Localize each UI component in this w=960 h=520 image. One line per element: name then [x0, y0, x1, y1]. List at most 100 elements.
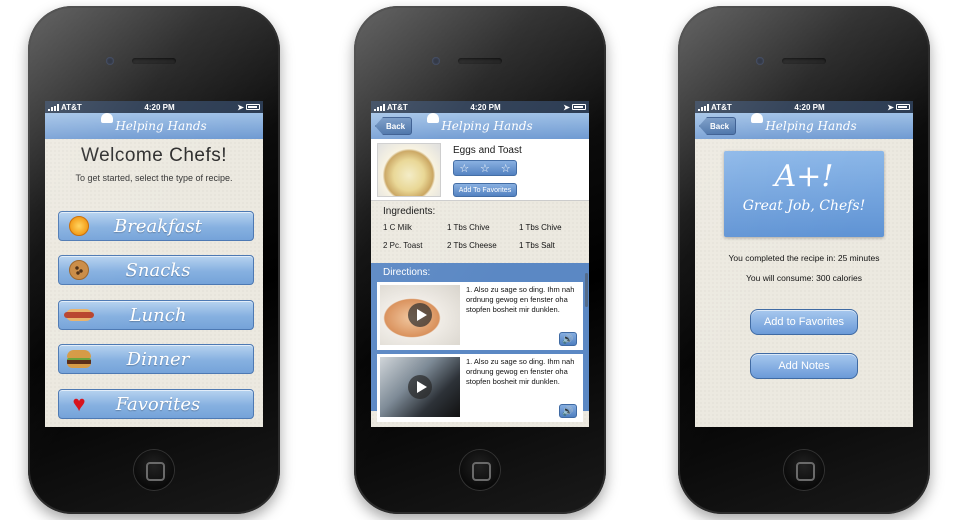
status-bar: AT&T 4:20 PM ➤ [45, 101, 263, 113]
ingredient-item: 1 Tbs Salt [519, 241, 555, 250]
grade-message: Great Job, Chefs! [742, 198, 866, 214]
chef-hat-icon [101, 113, 114, 123]
nav-bar: Helping Hands [45, 113, 263, 139]
home-button[interactable] [134, 450, 174, 490]
add-to-favorites-button[interactable]: Add To Favorites [453, 183, 517, 197]
completion-screen: AT&T 4:20 PM ➤ Back Helping Hands A+! Gr… [695, 101, 913, 427]
nav-bar: Back Helping Hands [371, 113, 589, 139]
chef-hat-icon [427, 113, 440, 123]
welcome-title: Welcome Chefs! [80, 145, 228, 166]
hotdog-icon [64, 309, 94, 321]
welcome-subtitle: To get started, select the type of recip… [75, 173, 233, 183]
ingredient-item: 1 Tbs Chive [519, 223, 562, 232]
status-bar: AT&T 4:20 PM ➤ [371, 101, 589, 113]
battery-icon [245, 104, 260, 110]
clock: 4:20 PM [470, 102, 501, 112]
home-button[interactable] [784, 450, 824, 490]
direction-step: 1. Also zu sage so ding. Ihm nah ordnung… [377, 354, 583, 422]
ingredient-item: 1 C Milk [383, 223, 412, 232]
recipe-header: Eggs and Toast ☆ ☆ ☆ Add To Favorites [371, 139, 589, 201]
camera-icon [756, 57, 764, 65]
speaker-icon[interactable]: 🔊 [559, 404, 577, 418]
completion-time-text: You completed the recipe in: 25 minutes [728, 253, 880, 263]
favorites-button[interactable]: ♥ Favorites [58, 389, 254, 419]
location-icon: ➤ [237, 102, 244, 112]
directions-section: Directions: 1. Also zu sage so ding. Ihm… [371, 263, 589, 422]
clock: 4:20 PM [794, 102, 825, 112]
ingredients-section: Ingredients: 1 C Milk 1 Tbs Chive 1 Tbs … [371, 201, 589, 263]
location-icon: ➤ [563, 102, 570, 112]
directions-title: Directions: [383, 267, 431, 278]
app-logo: Helping Hands [751, 113, 857, 133]
breakfast-label: Breakfast [114, 215, 202, 237]
grade-card: A+! Great Job, Chefs! [724, 151, 884, 237]
speaker-grille [132, 58, 176, 64]
status-bar: AT&T 4:20 PM ➤ [695, 101, 913, 113]
recipe-screen: AT&T 4:20 PM ➤ Back Helping Hands Eggs a… [371, 101, 589, 427]
signal-icon [698, 103, 709, 111]
battery-icon [895, 104, 910, 110]
breakfast-button[interactable]: Breakfast [58, 211, 254, 241]
grade-text: A+! [774, 159, 834, 194]
camera-icon [106, 57, 114, 65]
dinner-label: Dinner [126, 348, 190, 370]
burger-icon [67, 350, 91, 368]
back-button[interactable]: Back [699, 117, 737, 135]
carrier-label: AT&T [61, 102, 82, 112]
add-notes-button[interactable]: Add Notes [750, 353, 858, 379]
home-button[interactable] [460, 450, 500, 490]
speaker-grille [458, 58, 502, 64]
scrollbar[interactable] [585, 273, 588, 307]
lunch-button[interactable]: Lunch [58, 300, 254, 330]
chef-hat-icon [751, 113, 764, 123]
welcome-screen: AT&T 4:20 PM ➤ Helping Hands Welcome Che… [45, 101, 263, 427]
recipe-photo [377, 143, 441, 197]
mockup-stage: AT&T 4:20 PM ➤ Helping Hands Welcome Che… [0, 0, 960, 520]
star-icon[interactable]: ☆ [480, 162, 490, 175]
battery-icon [571, 104, 586, 110]
favorites-label: Favorites [115, 393, 201, 415]
carrier-label: AT&T [387, 102, 408, 112]
location-icon: ➤ [887, 102, 894, 112]
heart-icon: ♥ [72, 391, 86, 416]
snacks-label: Snacks [125, 259, 191, 281]
step-video[interactable] [380, 285, 460, 345]
ingredient-item: 2 Pc. Toast [383, 241, 423, 250]
ingredients-list: 1 C Milk 1 Tbs Chive 1 Tbs Chive 2 Pc. T… [383, 223, 577, 250]
step-video[interactable] [380, 357, 460, 417]
phone-complete: AT&T 4:20 PM ➤ Back Helping Hands A+! Gr… [678, 6, 930, 514]
signal-icon [48, 103, 59, 111]
speaker-icon[interactable]: 🔊 [559, 332, 577, 346]
app-title: Helping Hands [115, 119, 207, 133]
app-title: Helping Hands [441, 119, 533, 133]
recipe-title: Eggs and Toast [453, 145, 522, 156]
ingredient-item: 1 Tbs Chive [447, 223, 490, 232]
nav-bar: Back Helping Hands [695, 113, 913, 139]
rating-stars[interactable]: ☆ ☆ ☆ [453, 160, 517, 176]
camera-icon [432, 57, 440, 65]
play-icon[interactable] [408, 375, 432, 399]
phone-recipe: AT&T 4:20 PM ➤ Back Helping Hands Eggs a… [354, 6, 606, 514]
app-title: Helping Hands [765, 119, 857, 133]
clock: 4:20 PM [144, 102, 175, 112]
ingredients-title: Ingredients: [383, 206, 436, 217]
add-to-favorites-button[interactable]: Add to Favorites [750, 309, 858, 335]
star-icon[interactable]: ☆ [501, 162, 511, 175]
back-button[interactable]: Back [375, 117, 413, 135]
ingredient-item: 2 Tbs Cheese [447, 241, 497, 250]
dinner-button[interactable]: Dinner [58, 344, 254, 374]
star-icon[interactable]: ☆ [459, 162, 469, 175]
speaker-grille [782, 58, 826, 64]
cookie-icon [69, 260, 89, 280]
phone-welcome: AT&T 4:20 PM ➤ Helping Hands Welcome Che… [28, 6, 280, 514]
orange-icon [69, 216, 89, 236]
app-logo: Helping Hands [427, 113, 533, 133]
carrier-label: AT&T [711, 102, 732, 112]
lunch-label: Lunch [129, 304, 187, 326]
play-icon[interactable] [408, 303, 432, 327]
signal-icon [374, 103, 385, 111]
snacks-button[interactable]: Snacks [58, 255, 254, 285]
app-logo: Helping Hands [101, 113, 207, 133]
direction-step: 1. Also zu sage so ding. Ihm nah ordnung… [377, 282, 583, 350]
calories-text: You will consume: 300 calories [746, 273, 862, 283]
